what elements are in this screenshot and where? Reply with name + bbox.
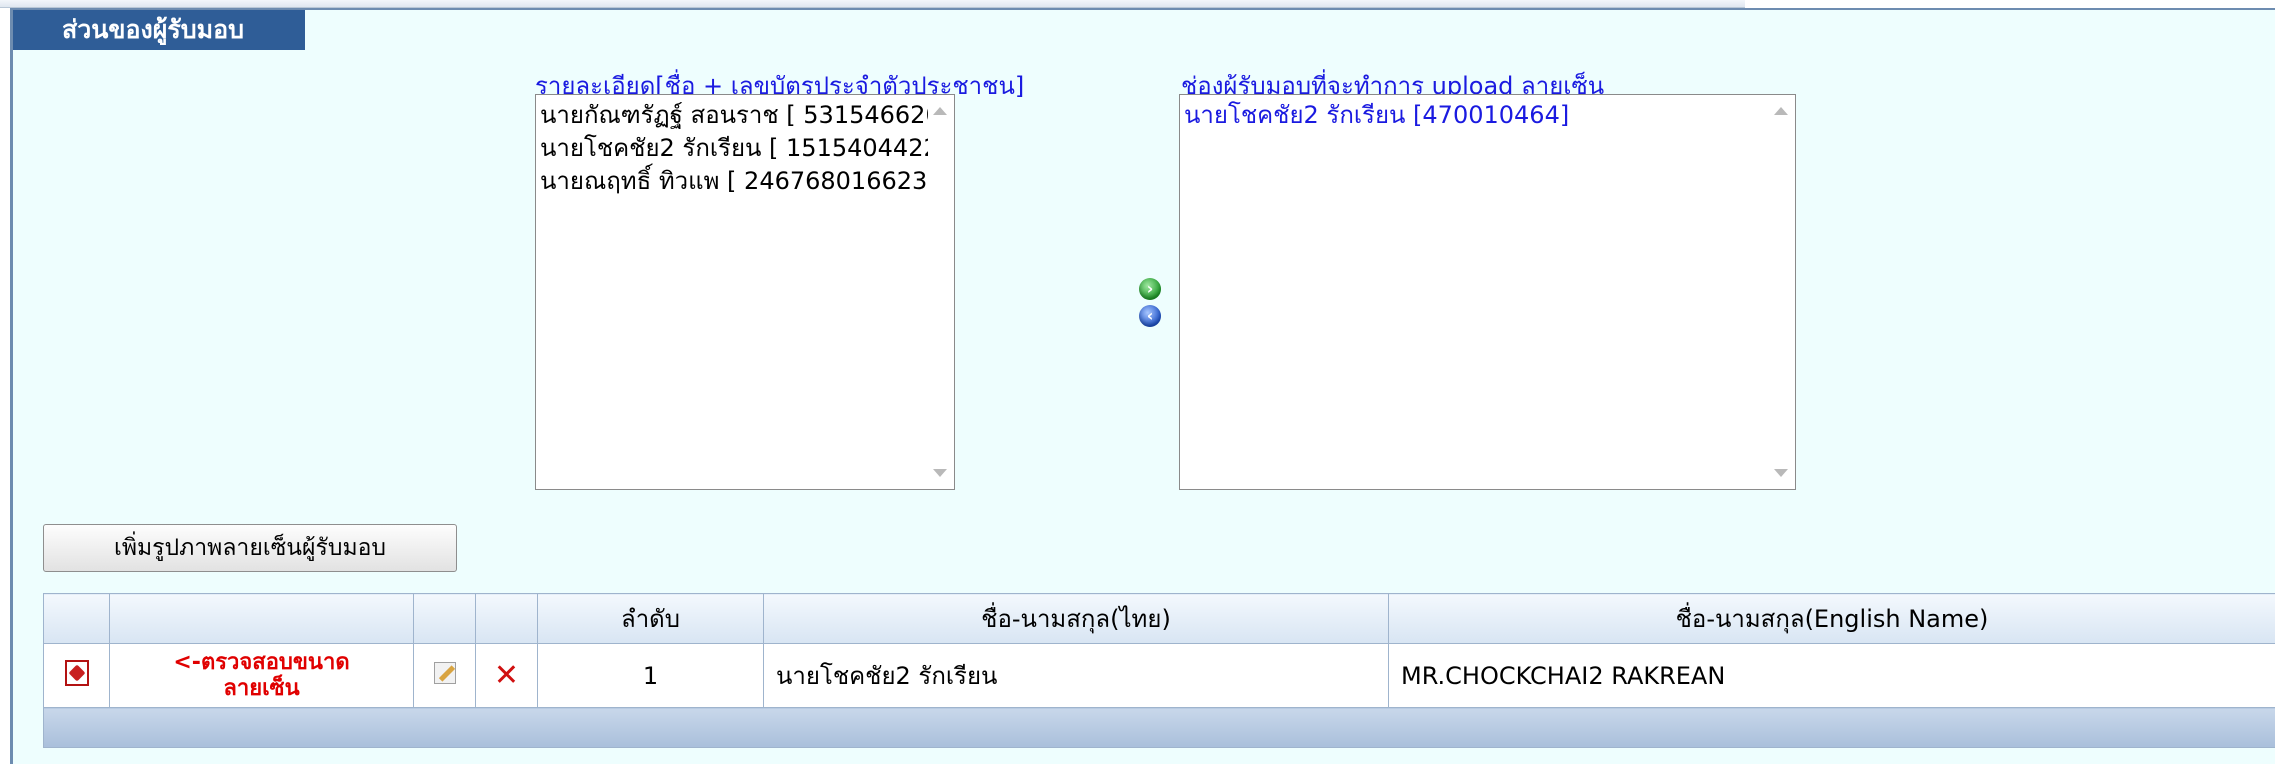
edit-cell xyxy=(413,643,476,708)
column-header-name-en[interactable]: ชื่อ-นามสกุล(English Name) xyxy=(1388,593,2275,644)
arrow-right-circle-icon[interactable]: › xyxy=(1139,278,1161,300)
column-header-order[interactable]: ลำดับ xyxy=(537,593,764,644)
arrow-left-circle-icon[interactable]: ‹ xyxy=(1139,305,1161,327)
column-header xyxy=(43,593,110,644)
table-footer-bar xyxy=(43,707,2275,748)
pdf-icon[interactable] xyxy=(64,659,89,686)
footer-cell xyxy=(43,707,2275,748)
column-header xyxy=(413,593,476,644)
top-strip xyxy=(0,0,1745,8)
pdf-cell xyxy=(43,643,110,708)
details-item[interactable]: นายกัณฑรัฏฐ์ สอนราช [ 5315466208041 ] xyxy=(540,99,954,132)
column-header xyxy=(475,593,538,644)
selected-listbox[interactable]: นายโชคชัย2 รักเรียน [470010464] xyxy=(1179,94,1796,490)
column-header-name-th[interactable]: ชื่อ-นามสกุล(ไทย) xyxy=(763,593,1389,644)
column-header xyxy=(109,593,414,644)
table-row: <-ตรวจสอบขนาดลายเซ็น ✕ 1 นายโชคชัย2 รักเ… xyxy=(43,643,2275,708)
table-header-row: ลำดับ ชื่อ-นามสกุล(ไทย) ชื่อ-นามสกุล(Eng… xyxy=(43,593,2275,644)
scroll-down-arrow-icon[interactable] xyxy=(1774,469,1788,477)
selected-item[interactable]: นายโชคชัย2 รักเรียน [470010464] xyxy=(1184,99,1795,132)
selected-scrollbar[interactable] xyxy=(1769,95,1795,489)
scroll-up-arrow-icon[interactable] xyxy=(1774,107,1788,115)
scroll-down-arrow-icon[interactable] xyxy=(933,469,947,477)
section-title: ส่วนของผู้รับมอบ xyxy=(13,10,305,50)
recipient-panel: ส่วนของผู้รับมอบ รายละเอียด[ชื่อ + เลขบั… xyxy=(10,8,2275,764)
details-item[interactable]: นายโชคชัย2 รักเรียน [ 1515404422045 ] xyxy=(540,132,954,165)
check-signature-size-link[interactable]: <-ตรวจสอบขนาดลายเซ็น xyxy=(162,650,362,702)
delete-icon[interactable]: ✕ xyxy=(494,658,519,693)
details-scrollbar[interactable] xyxy=(928,95,954,489)
name-en-cell: MR.CHOCKCHAI2 RAKREAN xyxy=(1388,643,2275,708)
check-cell: <-ตรวจสอบขนาดลายเซ็น xyxy=(109,643,414,708)
details-item[interactable]: นายณฤทธิ์ ทิวแพ [ 2467680166237 ] xyxy=(540,165,954,198)
signature-table: ลำดับ ชื่อ-นามสกุล(ไทย) ชื่อ-นามสกุล(Eng… xyxy=(43,593,2275,748)
scroll-up-arrow-icon[interactable] xyxy=(933,107,947,115)
name-th-cell: นายโชคชัย2 รักเรียน xyxy=(763,643,1389,708)
order-cell: 1 xyxy=(537,643,764,708)
edit-icon[interactable] xyxy=(433,661,456,684)
add-signature-image-button[interactable]: เพิ่มรูปภาพลายเซ็นผู้รับมอบ xyxy=(43,524,457,572)
delete-cell: ✕ xyxy=(475,643,538,708)
details-listbox[interactable]: นายกัณฑรัฏฐ์ สอนราช [ 5315466208041 ] นา… xyxy=(535,94,955,490)
